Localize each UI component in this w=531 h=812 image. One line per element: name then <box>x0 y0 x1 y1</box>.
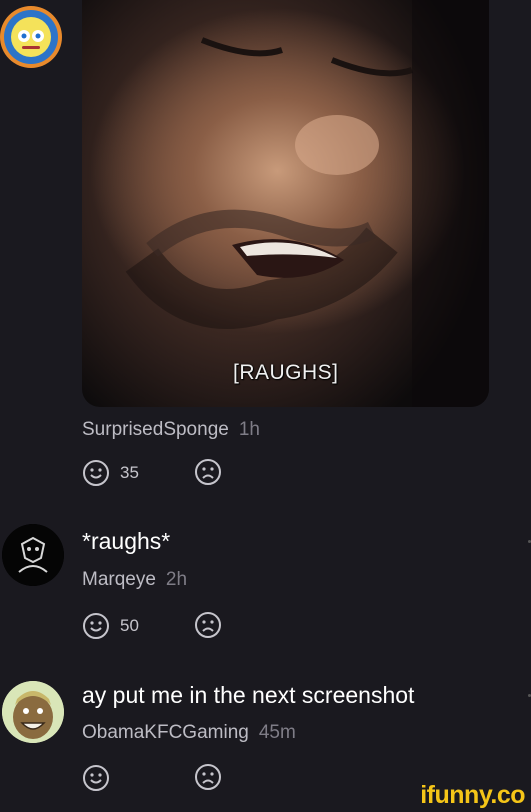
smile-icon <box>83 460 109 486</box>
smile-button[interactable] <box>82 764 120 792</box>
frown-icon <box>195 459 221 485</box>
frown-icon <box>195 612 221 638</box>
timestamp: 1h <box>238 419 260 440</box>
image-caption: [RAUGHS] <box>233 361 339 384</box>
comment-text: ay put me in the next screenshot <box>82 682 415 708</box>
reactions-bar <box>82 763 242 793</box>
frown-button[interactable] <box>194 763 222 791</box>
ghost-face-avatar-icon <box>2 524 64 586</box>
smile-button[interactable]: 50 <box>82 612 139 640</box>
comment-meta: ObamaKFCGaming 45m <box>82 722 296 744</box>
cartoon-face-avatar-icon <box>2 681 64 743</box>
frown-icon <box>195 764 221 790</box>
crying-man-image <box>125 0 489 407</box>
comment-text: *raughs* <box>82 528 171 554</box>
author-name[interactable]: Marqeye <box>82 569 156 590</box>
sponge-avatar-icon <box>4 10 58 64</box>
ifunny-watermark: ifunny.co <box>420 781 525 809</box>
timestamp: 45m <box>258 722 296 743</box>
smile-icon <box>83 765 109 791</box>
frown-button[interactable] <box>194 458 222 486</box>
comment-meta: Marqeye 2h <box>82 569 187 591</box>
smile-button[interactable]: 35 <box>82 459 139 487</box>
post-image[interactable]: [RAUGHS] <box>82 0 489 407</box>
author-name[interactable]: ObamaKFCGaming <box>82 722 249 743</box>
comment-meta: SurprisedSponge 1h <box>82 419 260 441</box>
timestamp: 2h <box>165 569 188 590</box>
smile-count: 35 <box>120 463 139 482</box>
author-name[interactable]: SurprisedSponge <box>82 419 229 440</box>
smile-icon <box>83 613 109 639</box>
avatar-surprisedsponge[interactable] <box>0 6 62 68</box>
reactions-bar: 50 <box>82 611 242 641</box>
frown-button[interactable] <box>194 611 222 639</box>
avatar-obamakfcgaming[interactable] <box>2 681 64 743</box>
avatar-marqeye[interactable] <box>2 524 64 586</box>
smile-count: 50 <box>120 616 139 635</box>
reactions-bar: 35 <box>82 458 242 488</box>
